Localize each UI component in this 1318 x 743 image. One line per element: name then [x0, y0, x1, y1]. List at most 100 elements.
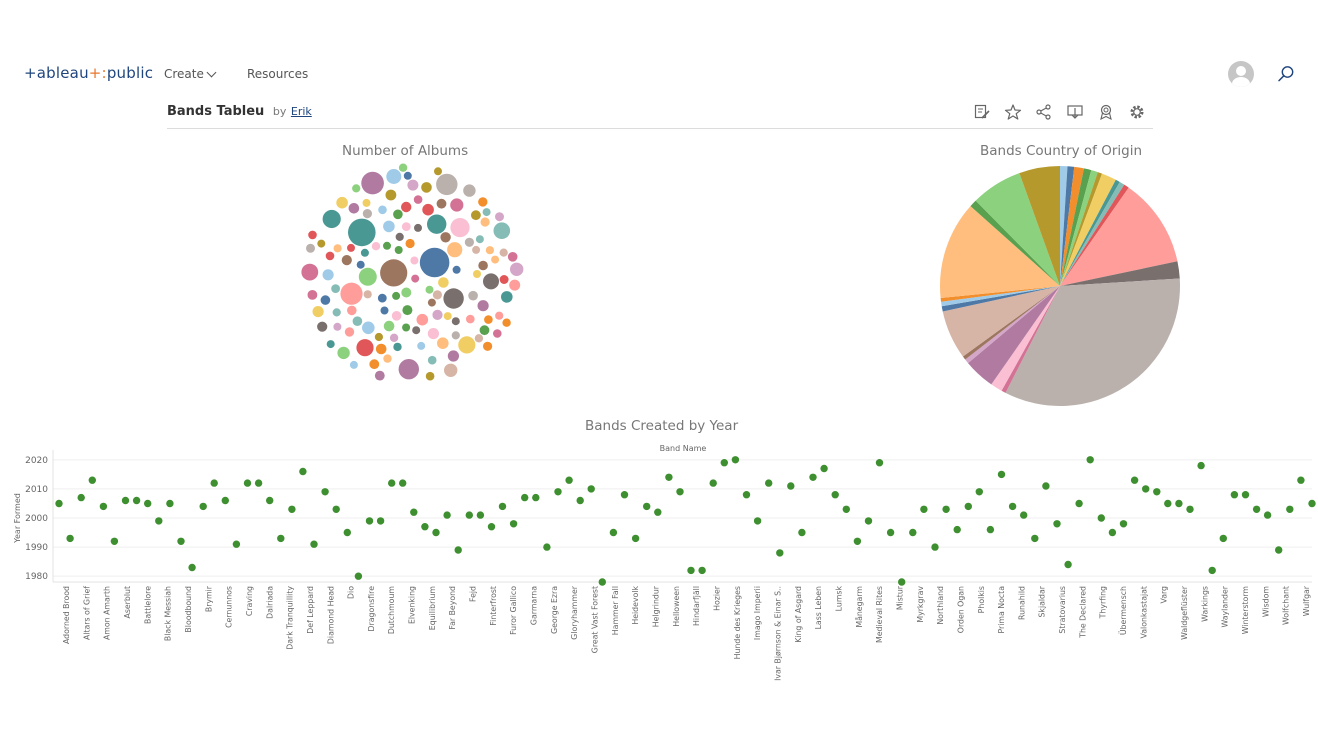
bubble-mark[interactable] — [401, 287, 412, 298]
scatter-point[interactable] — [177, 537, 185, 545]
bubble-mark[interactable] — [427, 214, 447, 234]
scatter-point[interactable] — [842, 505, 850, 513]
bubble-mark[interactable] — [499, 248, 508, 257]
bubble-mark[interactable] — [374, 332, 383, 342]
bubble-mark[interactable] — [436, 173, 458, 196]
bubble-mark[interactable] — [410, 256, 419, 265]
bubble-mark[interactable] — [398, 163, 408, 172]
bubble-mark[interactable] — [352, 184, 361, 193]
bubble-mark[interactable] — [356, 260, 365, 269]
scatter-point[interactable] — [365, 517, 374, 525]
scatter-point[interactable] — [631, 534, 640, 543]
bubble-mark[interactable] — [450, 198, 464, 212]
bubble-mark[interactable] — [440, 232, 451, 243]
bubble-mark[interactable] — [383, 220, 395, 233]
bubble-mark[interactable] — [317, 239, 326, 248]
bubble-mark[interactable] — [493, 329, 502, 338]
settings-gear-icon[interactable] — [1128, 103, 1146, 121]
scatter-point[interactable] — [55, 499, 63, 508]
scatter-point[interactable] — [643, 502, 651, 511]
scatter-point[interactable] — [99, 502, 108, 511]
bubble-mark[interactable] — [421, 182, 432, 193]
scatter-point[interactable] — [864, 517, 873, 525]
scatter-point[interactable] — [975, 488, 983, 496]
bubble-mark[interactable] — [425, 285, 434, 294]
bubble-mark[interactable] — [401, 201, 412, 213]
bubble-mark[interactable] — [392, 291, 401, 300]
scatter-point[interactable] — [1297, 476, 1305, 484]
scatter-point[interactable] — [1008, 502, 1017, 511]
bubble-mark[interactable] — [306, 243, 315, 253]
bubble-mark[interactable] — [427, 298, 436, 307]
scatter-point[interactable] — [953, 525, 961, 534]
bubble-mark[interactable] — [362, 198, 371, 207]
scatter-point[interactable] — [920, 505, 928, 513]
badge-icon[interactable] — [1097, 103, 1115, 121]
bubble-mark[interactable] — [402, 323, 411, 332]
bubble-mark[interactable] — [317, 321, 328, 332]
scatter-point[interactable] — [820, 464, 828, 473]
bubble-mark[interactable] — [393, 342, 402, 352]
bubble-mark[interactable] — [326, 340, 335, 349]
scatter-point[interactable] — [521, 493, 529, 502]
scatter-point[interactable] — [731, 456, 740, 464]
scatter-point[interactable] — [587, 485, 595, 493]
scatter-point[interactable] — [576, 496, 584, 505]
bubble-mark[interactable] — [472, 245, 481, 254]
bubble-mark[interactable] — [483, 341, 493, 351]
scatter-point[interactable] — [1053, 520, 1061, 528]
bubble-mark[interactable] — [452, 265, 461, 274]
scatter-point[interactable] — [354, 572, 363, 580]
bubble-mark[interactable] — [358, 267, 377, 286]
bubble-mark[interactable] — [361, 171, 384, 195]
bubble-mark[interactable] — [348, 203, 360, 214]
scatter-point[interactable] — [886, 528, 895, 537]
bubble-mark[interactable] — [411, 274, 420, 283]
bubble-mark[interactable] — [419, 247, 450, 278]
scatter-point[interactable] — [221, 496, 229, 505]
scatter-point[interactable] — [654, 508, 662, 516]
scatter-point[interactable] — [1020, 511, 1028, 519]
bubble-mark[interactable] — [362, 321, 375, 335]
scatter-point[interactable] — [132, 496, 141, 505]
bubble-mark[interactable] — [491, 255, 500, 264]
scatter-point[interactable] — [565, 476, 573, 484]
scatter-point[interactable] — [931, 543, 939, 551]
scatter-point[interactable] — [1075, 499, 1083, 508]
bubble-mark[interactable] — [436, 198, 447, 209]
bubble-mark[interactable] — [383, 241, 391, 250]
scatter-point[interactable] — [1097, 514, 1106, 522]
bubble-mark[interactable] — [482, 208, 491, 217]
bubble-mark[interactable] — [510, 262, 524, 276]
scatter-point[interactable] — [66, 534, 74, 543]
bubble-mark[interactable] — [425, 371, 435, 381]
scatter-point[interactable] — [964, 502, 972, 511]
bubble-mark[interactable] — [468, 290, 478, 301]
scatter-point[interactable] — [144, 499, 152, 508]
scatter-point[interactable] — [399, 479, 407, 487]
scatter-point[interactable] — [277, 534, 285, 543]
scatter-point[interactable] — [942, 505, 950, 513]
bubble-mark[interactable] — [320, 295, 331, 305]
scatter-point[interactable] — [776, 549, 784, 557]
favorite-star-icon[interactable] — [1004, 103, 1022, 121]
bubble-mark[interactable] — [417, 341, 426, 350]
bubble-mark[interactable] — [333, 244, 342, 253]
bubble-mark[interactable] — [322, 269, 334, 281]
bubble-mark[interactable] — [312, 306, 324, 318]
bubble-mark[interactable] — [443, 312, 452, 321]
scatter-point[interactable] — [609, 528, 618, 537]
scatter-point[interactable] — [875, 459, 884, 467]
scatter-point[interactable] — [1130, 476, 1139, 484]
bubble-mark[interactable] — [438, 277, 449, 288]
bubble-mark[interactable] — [371, 242, 381, 251]
scatter-point[interactable] — [254, 479, 263, 487]
scatter-point[interactable] — [1086, 456, 1094, 464]
bubble-mark[interactable] — [391, 311, 402, 321]
scatter-point[interactable] — [188, 563, 196, 572]
bubble-mark[interactable] — [347, 305, 357, 316]
bubble-mark[interactable] — [478, 197, 488, 207]
scatter-point[interactable] — [1275, 546, 1283, 554]
bubble-mark[interactable] — [443, 288, 464, 309]
bubble-mark[interactable] — [398, 359, 419, 380]
